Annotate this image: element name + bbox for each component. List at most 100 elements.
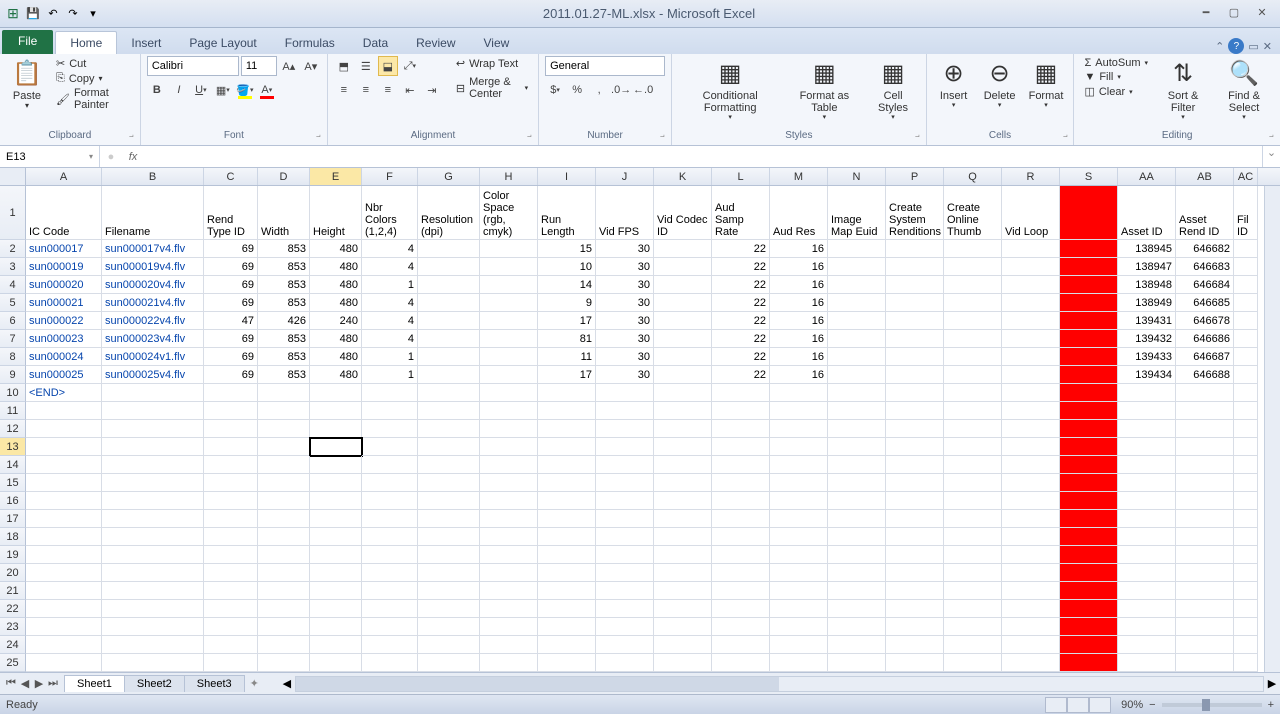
data-cell[interactable]: sun000020v4.flv xyxy=(102,276,204,294)
data-cell[interactable] xyxy=(1176,564,1234,582)
data-cell[interactable]: 138948 xyxy=(1118,276,1176,294)
data-cell[interactable] xyxy=(886,276,944,294)
tab-data[interactable]: Data xyxy=(349,32,402,54)
data-cell[interactable] xyxy=(26,582,102,600)
data-cell[interactable] xyxy=(1002,474,1060,492)
data-cell[interactable] xyxy=(418,474,480,492)
sort-filter-button[interactable]: ⇅Sort & Filter▾ xyxy=(1156,56,1210,124)
data-cell[interactable] xyxy=(362,600,418,618)
data-cell[interactable]: sun000019 xyxy=(26,258,102,276)
data-cell[interactable] xyxy=(1234,546,1258,564)
data-cell[interactable] xyxy=(538,420,596,438)
data-cell[interactable] xyxy=(310,654,362,672)
tab-home[interactable]: Home xyxy=(55,31,117,54)
header-cell[interactable]: Color Space (rgb, cmyk) xyxy=(480,186,538,240)
data-cell[interactable] xyxy=(1060,330,1118,348)
data-cell[interactable] xyxy=(362,402,418,420)
data-cell[interactable]: 69 xyxy=(204,294,258,312)
data-cell[interactable] xyxy=(770,528,828,546)
data-cell[interactable] xyxy=(204,456,258,474)
header-cell[interactable]: Aud Res xyxy=(770,186,828,240)
data-cell[interactable] xyxy=(418,618,480,636)
data-cell[interactable] xyxy=(26,654,102,672)
data-cell[interactable] xyxy=(480,330,538,348)
row-header[interactable]: 13 xyxy=(0,438,26,456)
data-cell[interactable] xyxy=(418,492,480,510)
page-break-view-button[interactable] xyxy=(1089,697,1111,713)
header-cell[interactable]: Asset ID xyxy=(1118,186,1176,240)
data-cell[interactable] xyxy=(654,384,712,402)
data-cell[interactable] xyxy=(654,528,712,546)
data-cell[interactable] xyxy=(362,420,418,438)
data-cell[interactable] xyxy=(1234,330,1258,348)
column-header[interactable]: N xyxy=(828,168,886,185)
column-header[interactable]: H xyxy=(480,168,538,185)
data-cell[interactable]: 139434 xyxy=(1118,366,1176,384)
close-btn[interactable]: ✕ xyxy=(1252,6,1272,22)
data-cell[interactable] xyxy=(310,618,362,636)
data-cell[interactable] xyxy=(26,636,102,654)
data-cell[interactable]: 16 xyxy=(770,240,828,258)
insert-cells-button[interactable]: ⊕Insert▾ xyxy=(933,56,975,112)
data-cell[interactable]: 1 xyxy=(362,276,418,294)
data-cell[interactable] xyxy=(1118,438,1176,456)
column-header[interactable]: K xyxy=(654,168,712,185)
data-cell[interactable] xyxy=(1176,438,1234,456)
data-cell[interactable] xyxy=(26,420,102,438)
data-cell[interactable] xyxy=(204,420,258,438)
data-cell[interactable] xyxy=(102,618,204,636)
data-cell[interactable] xyxy=(1176,402,1234,420)
fill-button[interactable]: ▼Fill▾ xyxy=(1080,70,1152,84)
decrease-decimal-icon[interactable]: ←.0 xyxy=(633,80,653,100)
data-cell[interactable] xyxy=(258,546,310,564)
fx-icon[interactable]: fx xyxy=(122,151,144,163)
data-cell[interactable] xyxy=(480,474,538,492)
data-cell[interactable] xyxy=(828,330,886,348)
data-cell[interactable] xyxy=(418,330,480,348)
data-cell[interactable]: 11 xyxy=(538,348,596,366)
data-cell[interactable] xyxy=(102,474,204,492)
shrink-font-icon[interactable]: A▾ xyxy=(301,56,321,76)
data-cell[interactable] xyxy=(258,420,310,438)
new-sheet-icon[interactable]: ✦ xyxy=(250,677,259,690)
data-cell[interactable] xyxy=(26,546,102,564)
data-cell[interactable] xyxy=(654,636,712,654)
data-cell[interactable]: 69 xyxy=(204,258,258,276)
row-header[interactable]: 5 xyxy=(0,294,26,312)
data-cell[interactable] xyxy=(480,366,538,384)
data-cell[interactable] xyxy=(886,474,944,492)
data-cell[interactable] xyxy=(828,420,886,438)
column-header[interactable]: I xyxy=(538,168,596,185)
data-cell[interactable] xyxy=(1176,492,1234,510)
data-cell[interactable] xyxy=(480,312,538,330)
normal-view-button[interactable] xyxy=(1045,697,1067,713)
data-cell[interactable] xyxy=(596,528,654,546)
data-cell[interactable] xyxy=(654,330,712,348)
data-cell[interactable] xyxy=(1234,294,1258,312)
data-cell[interactable] xyxy=(1176,636,1234,654)
minimize-ribbon-icon[interactable]: ⌃ xyxy=(1215,40,1224,53)
data-cell[interactable]: 646686 xyxy=(1176,330,1234,348)
data-cell[interactable] xyxy=(886,258,944,276)
data-cell[interactable] xyxy=(596,402,654,420)
data-cell[interactable] xyxy=(1002,276,1060,294)
data-cell[interactable] xyxy=(1002,582,1060,600)
data-cell[interactable] xyxy=(1002,312,1060,330)
data-cell[interactable] xyxy=(944,510,1002,528)
data-cell[interactable] xyxy=(258,384,310,402)
data-cell[interactable] xyxy=(828,600,886,618)
data-cell[interactable]: 30 xyxy=(596,330,654,348)
data-cell[interactable] xyxy=(480,384,538,402)
data-cell[interactable] xyxy=(258,654,310,672)
data-cell[interactable] xyxy=(204,600,258,618)
data-cell[interactable] xyxy=(886,438,944,456)
data-cell[interactable] xyxy=(310,582,362,600)
data-cell[interactable] xyxy=(654,474,712,492)
data-cell[interactable]: 853 xyxy=(258,366,310,384)
data-cell[interactable] xyxy=(362,456,418,474)
data-cell[interactable] xyxy=(886,294,944,312)
data-cell[interactable] xyxy=(886,618,944,636)
data-cell[interactable]: sun000021v4.flv xyxy=(102,294,204,312)
data-cell[interactable]: 30 xyxy=(596,276,654,294)
data-cell[interactable] xyxy=(102,456,204,474)
